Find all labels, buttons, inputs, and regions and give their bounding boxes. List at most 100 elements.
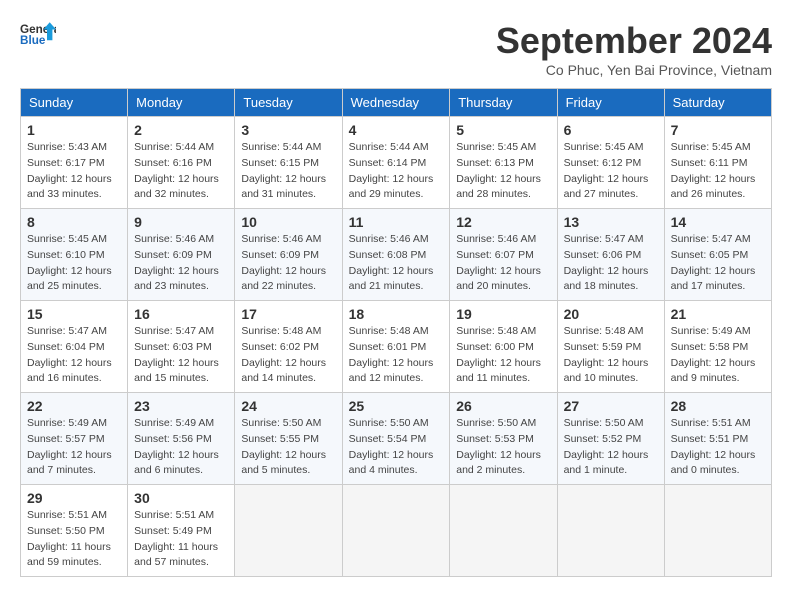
page-header: General Blue September 2024 Co Phuc, Yen… [20,20,772,78]
logo: General Blue [20,20,56,48]
logo-icon: General Blue [20,20,56,48]
weekday-header-sunday: Sunday [21,89,128,117]
calendar-week-4: 22 Sunrise: 5:49 AMSunset: 5:57 PMDayligh… [21,393,772,485]
day-info: Sunrise: 5:48 AMSunset: 5:59 PMDaylight:… [564,324,658,387]
weekday-header-row: SundayMondayTuesdayWednesdayThursdayFrid… [21,89,772,117]
day-info: Sunrise: 5:48 AMSunset: 6:02 PMDaylight:… [241,324,335,387]
day-number: 24 [241,398,335,414]
day-info: Sunrise: 5:43 AMSunset: 6:17 PMDaylight:… [27,140,121,203]
day-number: 1 [27,122,121,138]
weekday-header-saturday: Saturday [664,89,771,117]
day-info: Sunrise: 5:45 AMSunset: 6:11 PMDaylight:… [671,140,765,203]
day-info: Sunrise: 5:46 AMSunset: 6:09 PMDaylight:… [241,232,335,295]
calendar-cell: 22 Sunrise: 5:49 AMSunset: 5:57 PMDayligh… [21,393,128,485]
calendar-cell: 27 Sunrise: 5:50 AMSunset: 5:52 PMDayligh… [557,393,664,485]
calendar-cell: 5 Sunrise: 5:45 AMSunset: 6:13 PMDaylight… [450,117,557,209]
day-info: Sunrise: 5:50 AMSunset: 5:53 PMDaylight:… [456,416,550,479]
calendar-cell: 20 Sunrise: 5:48 AMSunset: 5:59 PMDayligh… [557,301,664,393]
day-number: 19 [456,306,550,322]
weekday-header-monday: Monday [128,89,235,117]
day-number: 25 [349,398,444,414]
calendar-cell: 30 Sunrise: 5:51 AMSunset: 5:49 PMDayligh… [128,485,235,577]
location: Co Phuc, Yen Bai Province, Vietnam [496,62,772,78]
weekday-header-thursday: Thursday [450,89,557,117]
day-number: 5 [456,122,550,138]
day-number: 7 [671,122,765,138]
day-info: Sunrise: 5:45 AMSunset: 6:13 PMDaylight:… [456,140,550,203]
calendar-cell: 1 Sunrise: 5:43 AMSunset: 6:17 PMDaylight… [21,117,128,209]
calendar-cell: 7 Sunrise: 5:45 AMSunset: 6:11 PMDaylight… [664,117,771,209]
calendar-cell: 2 Sunrise: 5:44 AMSunset: 6:16 PMDaylight… [128,117,235,209]
day-info: Sunrise: 5:51 AMSunset: 5:49 PMDaylight:… [134,508,228,571]
day-number: 26 [456,398,550,414]
day-info: Sunrise: 5:45 AMSunset: 6:10 PMDaylight:… [27,232,121,295]
calendar-cell [557,485,664,577]
calendar-cell [450,485,557,577]
weekday-header-friday: Friday [557,89,664,117]
day-number: 23 [134,398,228,414]
day-number: 9 [134,214,228,230]
day-number: 11 [349,214,444,230]
day-info: Sunrise: 5:48 AMSunset: 6:00 PMDaylight:… [456,324,550,387]
day-number: 12 [456,214,550,230]
day-info: Sunrise: 5:47 AMSunset: 6:04 PMDaylight:… [27,324,121,387]
month-title: September 2024 [496,20,772,62]
calendar-cell: 8 Sunrise: 5:45 AMSunset: 6:10 PMDaylight… [21,209,128,301]
day-info: Sunrise: 5:47 AMSunset: 6:03 PMDaylight:… [134,324,228,387]
day-info: Sunrise: 5:49 AMSunset: 5:57 PMDaylight:… [27,416,121,479]
day-number: 21 [671,306,765,322]
calendar-week-2: 8 Sunrise: 5:45 AMSunset: 6:10 PMDaylight… [21,209,772,301]
calendar-cell: 12Sunrise: 5:46 AMSunset: 6:07 PMDayligh… [450,209,557,301]
day-info: Sunrise: 5:45 AMSunset: 6:12 PMDaylight:… [564,140,658,203]
calendar-week-1: 1 Sunrise: 5:43 AMSunset: 6:17 PMDaylight… [21,117,772,209]
day-number: 20 [564,306,658,322]
day-info: Sunrise: 5:51 AMSunset: 5:51 PMDaylight:… [671,416,765,479]
day-number: 8 [27,214,121,230]
calendar-cell: 16 Sunrise: 5:47 AMSunset: 6:03 PMDayligh… [128,301,235,393]
calendar-cell: 15Sunrise: 5:47 AMSunset: 6:04 PMDayligh… [21,301,128,393]
day-info: Sunrise: 5:44 AMSunset: 6:15 PMDaylight:… [241,140,335,203]
day-number: 30 [134,490,228,506]
calendar-cell: 11 Sunrise: 5:46 AMSunset: 6:08 PMDayligh… [342,209,450,301]
day-number: 4 [349,122,444,138]
day-number: 18 [349,306,444,322]
day-info: Sunrise: 5:44 AMSunset: 6:14 PMDaylight:… [349,140,444,203]
day-number: 16 [134,306,228,322]
day-info: Sunrise: 5:50 AMSunset: 5:52 PMDaylight:… [564,416,658,479]
calendar-cell: 9 Sunrise: 5:46 AMSunset: 6:09 PMDaylight… [128,209,235,301]
calendar-cell: 25 Sunrise: 5:50 AMSunset: 5:54 PMDayligh… [342,393,450,485]
calendar-cell: 29Sunrise: 5:51 AMSunset: 5:50 PMDayligh… [21,485,128,577]
title-block: September 2024 Co Phuc, Yen Bai Province… [496,20,772,78]
svg-text:Blue: Blue [20,34,46,47]
day-info: Sunrise: 5:46 AMSunset: 6:09 PMDaylight:… [134,232,228,295]
calendar-cell [664,485,771,577]
calendar-cell: 4 Sunrise: 5:44 AMSunset: 6:14 PMDaylight… [342,117,450,209]
day-number: 6 [564,122,658,138]
calendar-cell: 6 Sunrise: 5:45 AMSunset: 6:12 PMDaylight… [557,117,664,209]
calendar-cell: 13 Sunrise: 5:47 AMSunset: 6:06 PMDayligh… [557,209,664,301]
day-info: Sunrise: 5:46 AMSunset: 6:08 PMDaylight:… [349,232,444,295]
day-info: Sunrise: 5:51 AMSunset: 5:50 PMDaylight:… [27,508,121,571]
day-info: Sunrise: 5:44 AMSunset: 6:16 PMDaylight:… [134,140,228,203]
weekday-header-tuesday: Tuesday [235,89,342,117]
day-number: 22 [27,398,121,414]
day-number: 17 [241,306,335,322]
day-number: 2 [134,122,228,138]
day-number: 13 [564,214,658,230]
day-number: 10 [241,214,335,230]
calendar-cell [342,485,450,577]
day-info: Sunrise: 5:49 AMSunset: 5:56 PMDaylight:… [134,416,228,479]
calendar-week-5: 29Sunrise: 5:51 AMSunset: 5:50 PMDayligh… [21,485,772,577]
calendar-cell: 24 Sunrise: 5:50 AMSunset: 5:55 PMDayligh… [235,393,342,485]
day-number: 3 [241,122,335,138]
day-info: Sunrise: 5:49 AMSunset: 5:58 PMDaylight:… [671,324,765,387]
day-info: Sunrise: 5:48 AMSunset: 6:01 PMDaylight:… [349,324,444,387]
calendar-cell: 21 Sunrise: 5:49 AMSunset: 5:58 PMDayligh… [664,301,771,393]
calendar-table: SundayMondayTuesdayWednesdayThursdayFrid… [20,88,772,577]
calendar-cell: 14Sunrise: 5:47 AMSunset: 6:05 PMDayligh… [664,209,771,301]
day-number: 27 [564,398,658,414]
day-info: Sunrise: 5:47 AMSunset: 6:06 PMDaylight:… [564,232,658,295]
calendar-week-3: 15Sunrise: 5:47 AMSunset: 6:04 PMDayligh… [21,301,772,393]
day-info: Sunrise: 5:50 AMSunset: 5:54 PMDaylight:… [349,416,444,479]
day-info: Sunrise: 5:50 AMSunset: 5:55 PMDaylight:… [241,416,335,479]
